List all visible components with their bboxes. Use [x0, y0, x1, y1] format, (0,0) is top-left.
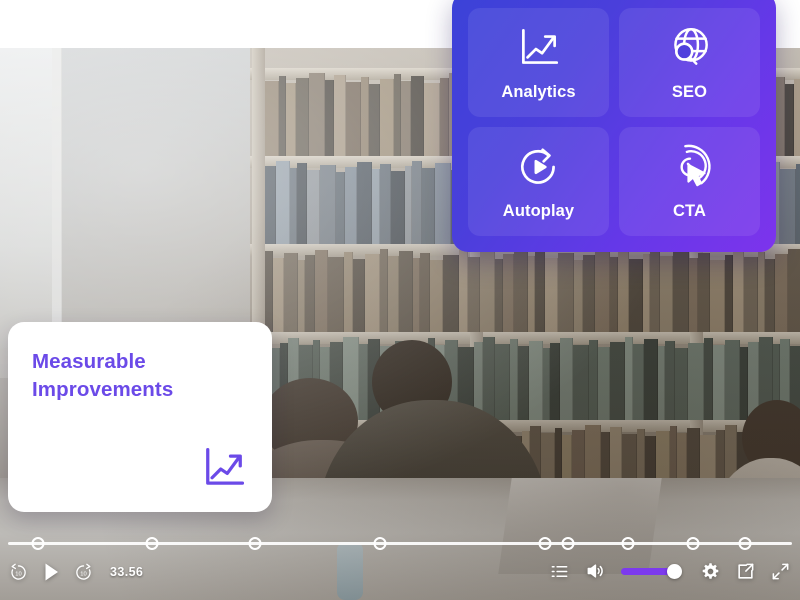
feature-tile-label: SEO — [671, 83, 708, 101]
feature-tile-seo[interactable]: SEO — [619, 8, 760, 117]
chapter-marker[interactable] — [373, 537, 387, 550]
feature-tile-analytics[interactable]: Analytics — [468, 8, 609, 117]
popout-icon[interactable] — [736, 562, 755, 581]
line-chart-growth-icon — [198, 442, 250, 494]
video-player-stage: Analytics SEO Autoplay CTA Measurable Im… — [0, 0, 800, 600]
playlist-icon[interactable] — [550, 562, 569, 581]
svg-text:10: 10 — [15, 571, 21, 577]
measurable-card-title-line1: Measurable — [32, 350, 146, 373]
feature-tile-label: Autoplay — [502, 202, 575, 220]
chapter-marker[interactable] — [248, 537, 262, 550]
volume-knob[interactable] — [667, 563, 682, 579]
rewind-10-button[interactable]: 10 — [8, 562, 29, 583]
gear-icon[interactable] — [701, 562, 720, 581]
player-controls-left: 10 10 33.56 — [8, 560, 143, 584]
chapter-marker[interactable] — [621, 537, 635, 550]
time-display: 33.56 — [110, 565, 144, 579]
tap-cursor-icon — [665, 142, 715, 192]
forward-10-button[interactable]: 10 — [73, 562, 94, 583]
feature-tile-label: CTA — [673, 202, 706, 220]
chapter-marker[interactable] — [31, 537, 45, 550]
player-control-bar: 10 10 33.56 — [0, 536, 800, 600]
feature-tile-cta[interactable]: CTA — [619, 127, 760, 236]
measurable-improvements-card: Measurable Improvements — [8, 322, 272, 512]
fullscreen-icon[interactable] — [771, 562, 790, 581]
chapter-marker[interactable] — [561, 537, 575, 550]
measurable-card-title: Measurable Improvements — [32, 348, 248, 403]
measurable-card-title-line2: Improvements — [32, 377, 174, 401]
feature-tile-label: Analytics — [501, 83, 576, 101]
play-button[interactable] — [39, 560, 63, 584]
volume-slider[interactable] — [621, 560, 685, 582]
volume-icon[interactable] — [585, 561, 605, 581]
line-chart-growth-icon — [514, 23, 564, 73]
chapter-marker[interactable] — [538, 537, 552, 550]
chapter-marker[interactable] — [738, 537, 752, 550]
feature-tile-autoplay[interactable]: Autoplay — [468, 127, 609, 236]
globe-magnifier-icon — [665, 23, 715, 73]
volume-fill — [621, 567, 673, 575]
chapter-marker[interactable] — [145, 537, 159, 550]
player-controls-right — [550, 560, 790, 582]
play-replay-icon — [514, 142, 564, 192]
feature-panel: Analytics SEO Autoplay CTA — [452, 0, 776, 252]
progress-bar[interactable] — [8, 537, 792, 550]
chapter-marker[interactable] — [686, 537, 700, 550]
svg-text:10: 10 — [80, 571, 86, 577]
